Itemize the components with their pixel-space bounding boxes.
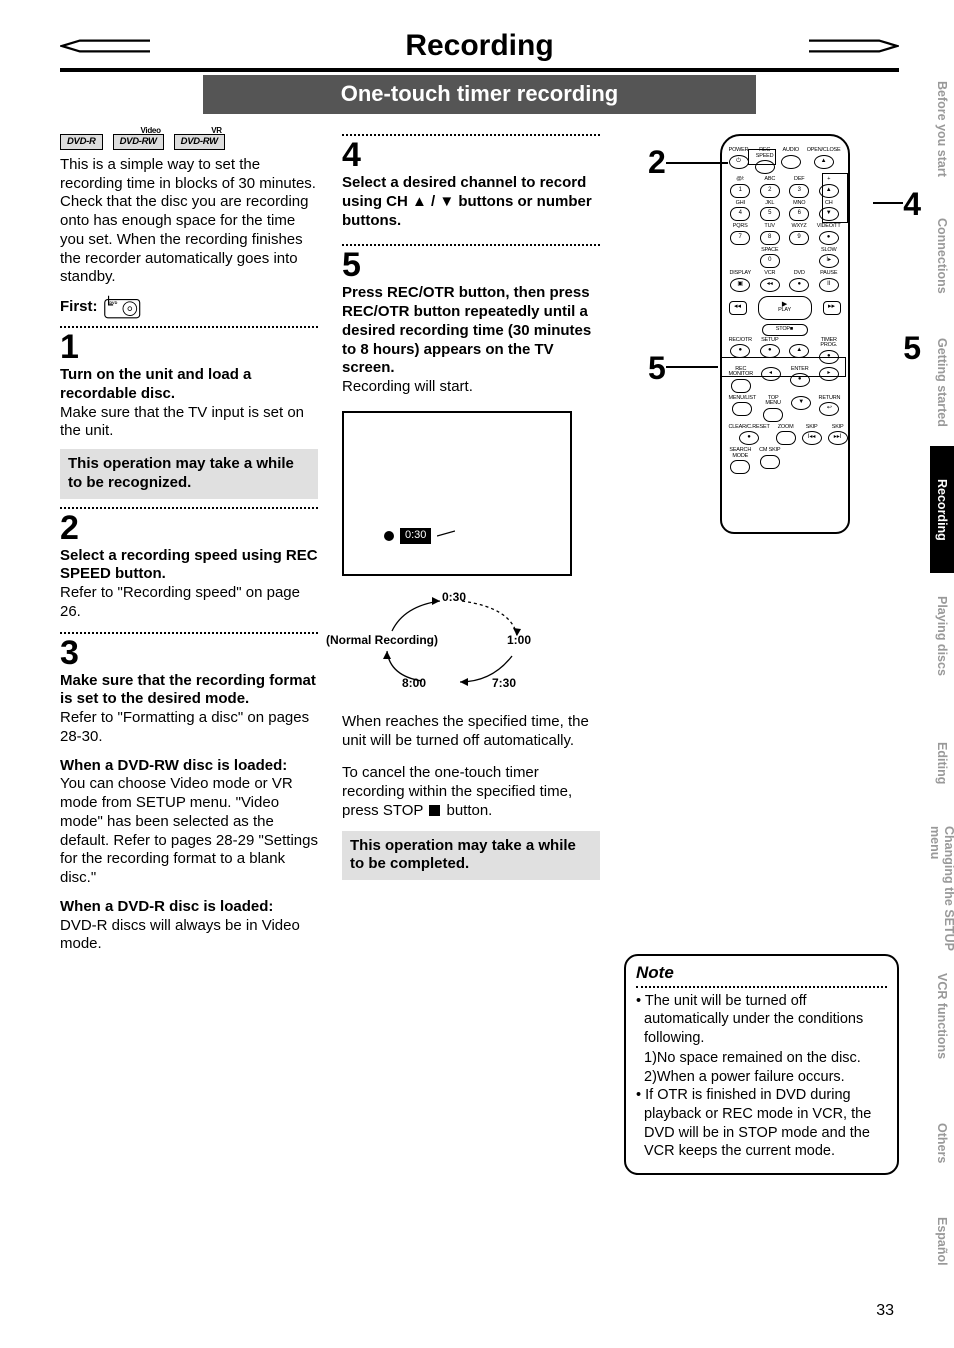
step-3-sub-a-body: You can choose Video mode or VR mode fro… — [60, 775, 318, 888]
step-4-title: Select a desired channel to record using… — [342, 174, 600, 230]
intro-text: This is a simple way to set the recordin… — [60, 156, 318, 287]
tab-connections: Connections — [930, 193, 954, 320]
step-5-body: Recording will start. — [342, 378, 600, 397]
step-3-number: 3 — [60, 636, 318, 670]
step-3-body: Refer to "Formatting a disc" on pages 28… — [60, 709, 318, 747]
note-title: Note — [636, 962, 887, 984]
divider — [60, 68, 899, 72]
svg-text:DVD: DVD — [109, 301, 117, 305]
step-1-number: 1 — [60, 330, 318, 364]
note-bullet-1-1: 1)No space remained on the disc. — [636, 1049, 887, 1068]
cycle-1-00: 1:00 — [507, 633, 531, 648]
after-paragraph-2: To cancel the one-touch timer recording … — [342, 764, 600, 820]
step-5-number: 5 — [342, 248, 600, 282]
step-2-title: Select a recording speed using REC SPEED… — [60, 547, 318, 585]
disc-badge-dvd-r: DVD-R — [60, 134, 103, 150]
cycle-0-30: 0:30 — [442, 590, 466, 605]
tab-playing-discs: Playing discs — [930, 573, 954, 700]
cycle-8-00: 8:00 — [402, 676, 426, 691]
page-number: 33 — [876, 1302, 894, 1320]
disc-badge-dvd-rw-vr: VRDVD-RW — [174, 134, 225, 150]
step-2-body: Refer to "Recording speed" on page 26. — [60, 584, 318, 622]
step-4-number: 4 — [342, 138, 600, 172]
note-bullet-1-2: 2)When a power failure occurs. — [636, 1068, 887, 1087]
tab-changing-setup: Changing the SETUP menu — [930, 826, 954, 953]
column-right: 2 4 5 5 POWER⏻ REC SPEED AUDIO OPEN/CLO — [624, 134, 899, 1175]
cycle-normal: (Normal Recording) — [326, 633, 438, 648]
after-paragraph-1: When reaches the specified time, the uni… — [342, 713, 600, 751]
column-middle: 4 Select a desired channel to record usi… — [342, 134, 600, 1175]
step-3-sub-a-title: When a DVD-RW disc is loaded: — [60, 757, 318, 776]
time-cycle-diagram: 0:30 (Normal Recording) 1:00 7:30 8:00 — [342, 586, 572, 691]
step-1-body: Make sure that the TV input is set on th… — [60, 404, 318, 442]
osd-time: 0:30 — [400, 528, 431, 544]
tv-screen-illustration: 0:30 — [342, 411, 572, 576]
note-bullet-2: • If OTR is finished in DVD during playb… — [636, 1086, 887, 1160]
callout-4: 4 — [903, 188, 921, 220]
callout-5-left: 5 — [648, 352, 666, 384]
step-2-number: 2 — [60, 511, 318, 545]
step-3-sub-b-body: DVD-R discs will always be in Video mode… — [60, 917, 318, 955]
callout-line-icon — [437, 529, 455, 543]
stop-icon — [429, 805, 440, 816]
callout-2: 2 — [648, 146, 666, 178]
section-subtitle: One-touch timer recording — [203, 75, 757, 114]
tab-others: Others — [930, 1080, 954, 1207]
tab-recording: Recording — [930, 446, 954, 573]
tab-vcr-functions: VCR functions — [930, 953, 954, 1080]
callout-5-right: 5 — [903, 332, 921, 364]
left-arrow-ornament — [60, 28, 150, 64]
right-arrow-ornament — [809, 28, 899, 64]
tab-editing: Editing — [930, 700, 954, 827]
first-label: First: — [60, 298, 98, 317]
side-tab-index: Before you start Connections Getting sta… — [930, 66, 954, 1276]
tab-getting-started: Getting started — [930, 319, 954, 446]
step-1-note-box: This operation may take a while to be re… — [60, 449, 318, 499]
record-dot-icon — [384, 531, 394, 541]
page-title: Recording — [150, 29, 809, 63]
step-3-sub-b-title: When a DVD-R disc is loaded: — [60, 898, 318, 917]
insert-disc-icon: DVD — [104, 295, 142, 320]
disc-badge-dvd-rw-video: VideoDVD-RW — [113, 134, 164, 150]
tab-espanol: Español — [930, 1206, 954, 1276]
step-3-title: Make sure that the recording format is s… — [60, 672, 318, 710]
note-bullet-1: • The unit will be turned off automatica… — [636, 992, 887, 1048]
step-5-note-box: This operation may take a while to be co… — [342, 831, 600, 881]
column-left: DVD-R VideoDVD-RW VRDVD-RW This is a sim… — [60, 134, 318, 1175]
step-5-title: Press REC/OTR button, then press REC/OTR… — [342, 284, 600, 378]
note-box: Note • The unit will be turned off autom… — [624, 954, 899, 1175]
step-1-title: Turn on the unit and load a recordable d… — [60, 366, 318, 404]
tab-before-you-start: Before you start — [930, 66, 954, 193]
cycle-7-30: 7:30 — [492, 676, 516, 691]
